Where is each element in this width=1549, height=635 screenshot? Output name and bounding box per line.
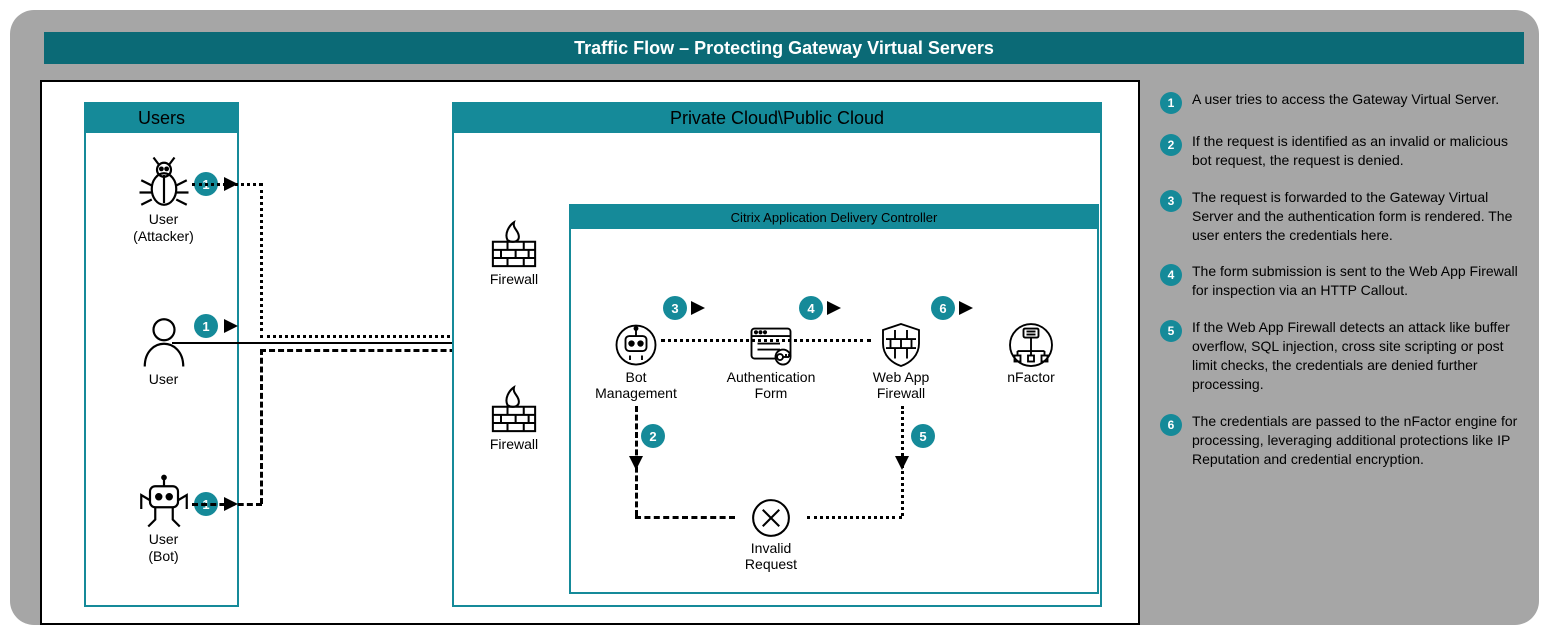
legend: 1 A user tries to access the Gateway Vir…	[1160, 90, 1530, 486]
legend-text-4: The form submission is sent to the Web A…	[1192, 262, 1530, 300]
bot-management-node: Bot Management	[581, 321, 691, 401]
badge-user-1: 1	[194, 314, 218, 338]
invalid-label-2: Request	[711, 556, 831, 572]
line-attacker-top	[661, 339, 871, 342]
cloud-panel-header: Private Cloud\Public Cloud	[454, 104, 1100, 133]
legend-item-6: 6 The credentials are passed to the nFac…	[1160, 412, 1530, 469]
users-panel-header: Users	[86, 104, 237, 133]
legend-item-3: 3 The request is forwarded to the Gatewa…	[1160, 188, 1530, 245]
user-bot-node: User (Bot)	[86, 474, 241, 565]
arrow-3-icon	[691, 301, 705, 315]
shield-firewall-icon	[851, 321, 951, 369]
legend-badge-1: 1	[1160, 92, 1182, 114]
nfactor-node: nFactor	[981, 321, 1081, 385]
legend-badge-3: 3	[1160, 190, 1182, 212]
nfactor-label: nFactor	[981, 369, 1081, 385]
waf-node: Web App Firewall	[851, 321, 951, 401]
user-attacker-label-1: User	[86, 212, 241, 227]
line-waf-to-inv-h	[807, 516, 902, 519]
legend-item-4: 4 The form submission is sent to the Web…	[1160, 262, 1530, 300]
line-bot-to-inv-h	[635, 516, 735, 519]
legend-text-6: The credentials are passed to the nFacto…	[1192, 412, 1530, 469]
legend-badge-5: 5	[1160, 320, 1182, 342]
line-bot-h1	[192, 503, 262, 506]
user-attacker-label-2: (Attacker)	[86, 229, 241, 244]
nfactor-icon	[981, 321, 1081, 369]
outer-frame: Traffic Flow – Protecting Gateway Virtua…	[10, 10, 1539, 625]
line-bot-to-inv-v	[635, 406, 638, 516]
firewall-2-label: Firewall	[474, 436, 554, 452]
legend-item-1: 1 A user tries to access the Gateway Vir…	[1160, 90, 1530, 114]
user-attacker-node: User (Attacker)	[86, 154, 241, 245]
auth-form-node: Authentication Form	[711, 321, 831, 401]
cloud-panel: Private Cloud\Public Cloud Firewall	[452, 102, 1102, 607]
bot-management-icon	[581, 321, 691, 369]
legend-item-5: 5 If the Web App Firewall detects an att…	[1160, 318, 1530, 394]
line-waf-to-inv-v	[901, 406, 904, 516]
legend-item-2: 2 If the request is identified as an inv…	[1160, 132, 1530, 170]
adc-panel-header: Citrix Application Delivery Controller	[571, 206, 1097, 229]
firewall-2-node: Firewall	[474, 384, 554, 452]
arrow-user-icon	[224, 319, 238, 333]
arrow-6-icon	[959, 301, 973, 315]
title-bar: Traffic Flow – Protecting Gateway Virtua…	[44, 32, 1524, 64]
firewall-1-node: Firewall	[474, 219, 554, 287]
bot-mgmt-label-2: Management	[581, 385, 691, 401]
legend-text-5: If the Web App Firewall detects an attac…	[1192, 318, 1530, 394]
legend-text-1: A user tries to access the Gateway Virtu…	[1192, 90, 1499, 109]
form-icon	[711, 321, 831, 369]
legend-text-2: If the request is identified as an inval…	[1192, 132, 1530, 170]
user-normal-label: User	[86, 372, 241, 387]
user-bot-label-2: (Bot)	[86, 549, 241, 564]
line-attacker-h1	[192, 183, 262, 186]
diagram-box: Users User (Attacker)	[40, 80, 1140, 625]
legend-badge-4: 4	[1160, 264, 1182, 286]
firewall-icon	[474, 219, 554, 271]
firewall-icon	[474, 384, 554, 436]
waf-label-1: Web App	[851, 369, 951, 385]
legend-badge-2: 2	[1160, 134, 1182, 156]
adc-panel: Citrix Application Delivery Controller B…	[569, 204, 1099, 594]
badge-5: 5	[911, 424, 935, 448]
badge-2: 2	[641, 424, 665, 448]
badge-6: 6	[931, 296, 955, 320]
firewall-1-label: Firewall	[474, 271, 554, 287]
arrow-4-icon	[827, 301, 841, 315]
line-bot-v	[260, 349, 263, 504]
waf-label-2: Firewall	[851, 385, 951, 401]
legend-badge-6: 6	[1160, 414, 1182, 436]
badge-4: 4	[799, 296, 823, 320]
invalid-label-1: Invalid	[711, 540, 831, 556]
invalid-request-node: Invalid Request	[711, 496, 831, 572]
auth-form-label-2: Form	[711, 385, 831, 401]
line-attacker-v	[260, 183, 263, 338]
bot-mgmt-label-1: Bot	[581, 369, 691, 385]
badge-3: 3	[663, 296, 687, 320]
legend-text-3: The request is forwarded to the Gateway …	[1192, 188, 1530, 245]
auth-form-label-1: Authentication	[711, 369, 831, 385]
user-bot-label-1: User	[86, 532, 241, 547]
